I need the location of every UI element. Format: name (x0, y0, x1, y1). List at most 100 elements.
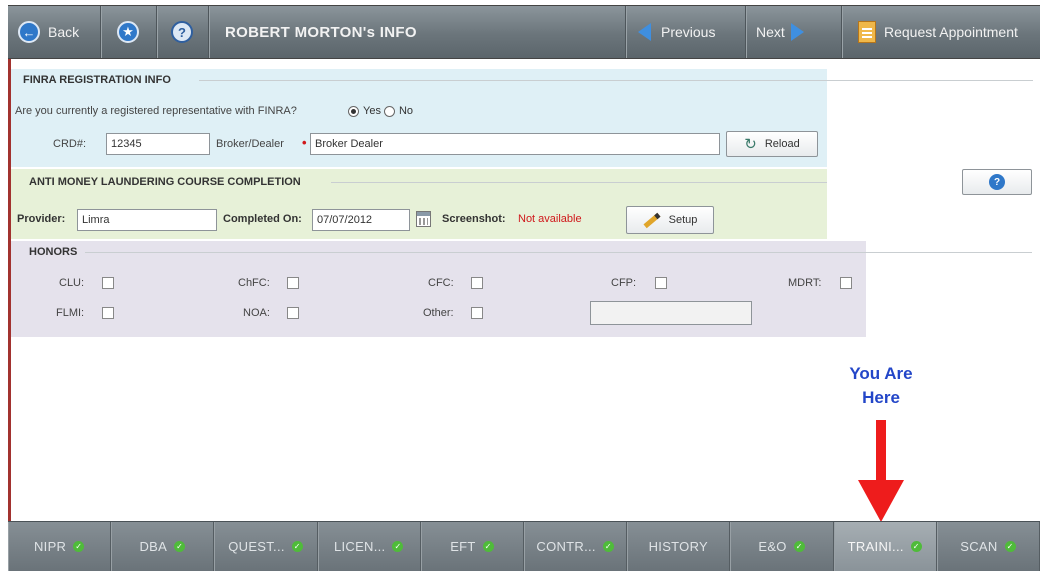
crd-input[interactable]: 12345 (106, 133, 210, 155)
annotation-arrow-down-icon (858, 480, 904, 522)
honor-other-checkbox[interactable] (471, 307, 483, 319)
tab-history[interactable]: HISTORY (627, 522, 731, 571)
arrow-right-icon (790, 23, 804, 41)
bottom-tab-bar: NIPR ✓ DBA ✓ QUEST... ✓ LICEN... ✓ EFT ✓ CONTR... ✓… (8, 521, 1040, 571)
star-icon: ★ (117, 21, 139, 43)
provider-input[interactable]: Limra (77, 209, 217, 231)
help-button[interactable]: ? (171, 6, 193, 58)
info-help-button[interactable]: ? (962, 169, 1032, 195)
top-toolbar: ← Back ★ ? ROBERT MORTON's INFO Previous… (8, 5, 1040, 59)
tab-label: NIPR (33, 539, 67, 554)
previous-button[interactable]: Previous (638, 6, 715, 58)
tab-label: DBA (139, 539, 168, 554)
honor-mdrt-checkbox[interactable] (840, 277, 852, 289)
tab-eft[interactable]: EFT ✓ (421, 522, 525, 571)
aml-panel: ANTI MONEY LAUNDERING COURSE COMPLETION … (11, 169, 827, 239)
tab-eo[interactable]: E&O ✓ (730, 522, 834, 571)
honor-flmi-checkbox[interactable] (102, 307, 114, 319)
next-label: Next (756, 24, 785, 40)
annotation-line2: Here (862, 388, 900, 407)
help-icon: ? (171, 21, 193, 43)
yes-radio[interactable] (348, 105, 359, 117)
request-appointment-button[interactable]: Request Appointment (858, 6, 1018, 58)
required-marker: • (302, 135, 307, 150)
honor-noa-checkbox[interactable] (287, 307, 299, 319)
tab-label: EFT (450, 539, 476, 554)
request-appointment-label: Request Appointment (884, 24, 1018, 40)
tab-label: CONTR... (536, 539, 596, 554)
check-icon: ✓ (73, 541, 85, 552)
tab-dba[interactable]: DBA ✓ (111, 522, 215, 571)
annotation-arrow-shaft (876, 420, 886, 482)
finra-question: Are you currently a registered represent… (15, 105, 297, 117)
completed-on-input[interactable]: 07/07/2012 (312, 209, 410, 231)
previous-label: Previous (661, 24, 716, 40)
tab-contr[interactable]: CONTR... ✓ (524, 522, 628, 571)
honor-other-label: Other: (423, 307, 454, 319)
pencil-icon (643, 212, 661, 228)
setup-label: Setup (668, 214, 698, 226)
honor-cfp-checkbox[interactable] (655, 277, 667, 289)
honors-legend: HONORS (29, 246, 78, 258)
finra-panel: FINRA REGISTRATION INFO Are you currentl… (11, 69, 1033, 167)
honor-other-input[interactable] (590, 301, 752, 325)
next-button[interactable]: Next (756, 6, 804, 58)
favorite-button[interactable]: ★ (117, 6, 139, 58)
you-are-here-annotation: You Are Here (826, 362, 936, 410)
check-icon: ✓ (392, 541, 404, 552)
aml-legend: ANTI MONEY LAUNDERING COURSE COMPLETION (29, 176, 301, 188)
honor-clu-checkbox[interactable] (102, 277, 114, 289)
tab-label: SCAN (960, 539, 998, 554)
tab-quest[interactable]: QUEST... ✓ (214, 522, 318, 571)
honor-cfp-label: CFP: (611, 277, 637, 289)
reload-label: Reload (764, 138, 800, 150)
screenshot-status: Not available (518, 213, 582, 225)
aml-rule (331, 182, 827, 183)
finra-radio-group: Yes No (348, 105, 413, 117)
tab-nipr[interactable]: NIPR ✓ (8, 522, 112, 571)
tab-scan[interactable]: SCAN ✓ (937, 522, 1040, 571)
check-icon: ✓ (793, 541, 805, 552)
check-icon: ✓ (602, 541, 614, 552)
tab-label: HISTORY (648, 539, 709, 554)
finra-legend: FINRA REGISTRATION INFO (23, 74, 171, 86)
reload-button[interactable]: ↻ Reload (726, 131, 818, 157)
back-button[interactable]: ← Back (18, 6, 79, 58)
honors-rule (85, 252, 1032, 253)
honor-chfc-label: ChFC: (238, 277, 270, 289)
calendar-icon[interactable] (416, 211, 431, 227)
tab-label: E&O (758, 539, 787, 554)
check-icon: ✓ (482, 541, 494, 552)
check-icon: ✓ (1004, 541, 1016, 552)
honor-cfc-label: CFC: (428, 277, 454, 289)
yes-label: Yes (363, 105, 381, 117)
honor-cfc-checkbox[interactable] (471, 277, 483, 289)
honor-mdrt-label: MDRT: (788, 277, 822, 289)
honor-noa-label: NOA: (243, 307, 270, 319)
reload-icon: ↻ (744, 136, 757, 153)
completed-on-label: Completed On: (223, 213, 302, 225)
tab-traini[interactable]: TRAINI... ✓ (833, 522, 937, 571)
tab-licen[interactable]: LICEN... ✓ (318, 522, 421, 571)
provider-label: Provider: (17, 213, 66, 225)
check-icon: ✓ (174, 541, 186, 552)
screenshot-label: Screenshot: (442, 213, 506, 225)
back-label: Back (48, 24, 80, 40)
honor-flmi-label: FLMI: (56, 307, 85, 319)
annotation-line1: You Are (849, 364, 913, 383)
broker-dealer-label: Broker/Dealer (216, 138, 284, 150)
tab-label: LICEN... (333, 539, 386, 554)
honors-panel: HONORS CLU: ChFC: CFC: CFP: MDRT: FLMI: … (11, 241, 1032, 337)
no-label: No (398, 105, 414, 117)
tab-label: QUEST... (228, 539, 285, 554)
honor-chfc-checkbox[interactable] (287, 277, 299, 289)
page-title: ROBERT MORTON's INFO (225, 23, 417, 41)
broker-dealer-input[interactable]: Broker Dealer (310, 133, 720, 155)
help-icon: ? (989, 174, 1005, 190)
setup-button[interactable]: Setup (626, 206, 714, 234)
crd-label: CRD#: (53, 138, 87, 150)
check-icon: ✓ (291, 541, 303, 552)
check-icon: ✓ (910, 541, 922, 552)
back-arrow-icon: ← (18, 21, 40, 43)
no-radio[interactable] (383, 105, 395, 117)
